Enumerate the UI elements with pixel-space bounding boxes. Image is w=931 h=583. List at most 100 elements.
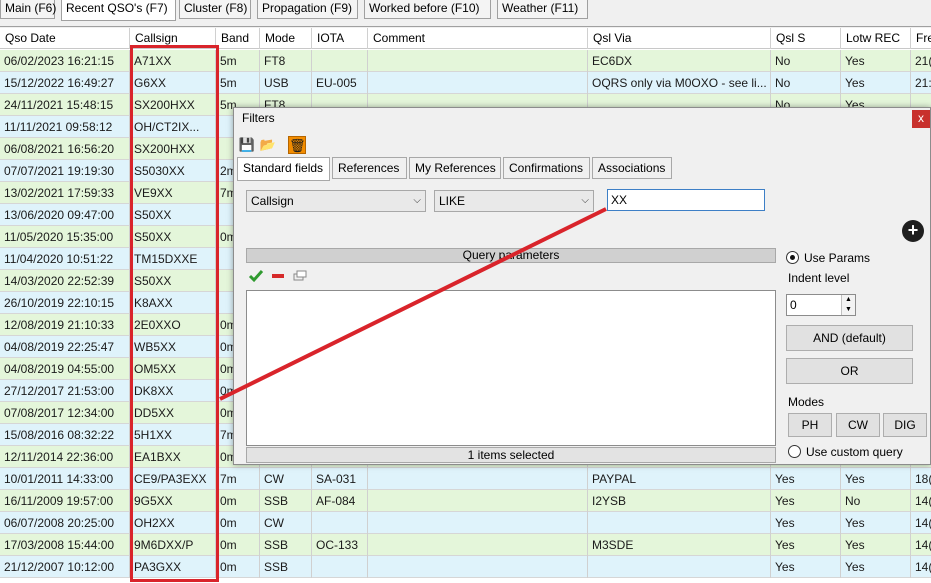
cell-lotw: Yes (841, 468, 911, 490)
cell-date: 12/08/2019 21:10:33 (0, 314, 130, 336)
mode-ph-button[interactable]: PH (788, 413, 832, 437)
cell-band: 0m (216, 490, 260, 512)
col-header-qsl-s[interactable]: Qsl S (771, 28, 841, 49)
save-icon[interactable]: 💾 (238, 136, 256, 154)
cell-date: 16/11/2009 19:57:00 (0, 490, 130, 512)
cell-freq: 14( (911, 556, 931, 578)
indent-level-stepper[interactable]: 0 ▲ ▼ (786, 294, 856, 316)
col-header-comment[interactable]: Comment (368, 28, 588, 49)
field-select[interactable]: Callsign ⌵ (246, 190, 426, 212)
cell-via: I2YSB (588, 490, 771, 512)
tab-my-references[interactable]: My References (409, 157, 501, 179)
tab-propagation[interactable]: Propagation (F9) (257, 0, 358, 19)
col-header-lotw-rec[interactable]: Lotw REC (841, 28, 911, 49)
cell-date: 06/07/2008 20:25:00 (0, 512, 130, 534)
cell-call: G6XX (130, 72, 216, 94)
col-header-callsign[interactable]: Callsign (130, 28, 216, 49)
operator-select[interactable]: LIKE ⌵ (434, 190, 594, 212)
add-parameter-button[interactable]: + (902, 220, 924, 242)
cell-qsls: Yes (771, 512, 841, 534)
cell-mode: SSB (260, 534, 312, 556)
tab-associations[interactable]: Associations (592, 157, 672, 179)
cell-call: OM5XX (130, 358, 216, 380)
filters-dialog: Filters x 💾 📂 🗑 Standard fields Referenc… (233, 107, 931, 465)
cell-mode: SSB (260, 490, 312, 512)
use-custom-query-radio[interactable] (788, 445, 801, 458)
use-params-radio[interactable] (786, 251, 799, 264)
cell-date: 24/11/2021 15:48:15 (0, 94, 130, 116)
cell-iota: SA-031 (312, 468, 368, 490)
value-input[interactable]: XX (607, 189, 765, 211)
col-header-qso-date[interactable]: Qso Date (0, 28, 130, 49)
cell-call: SX200HXX (130, 138, 216, 160)
cell-comment (368, 512, 588, 534)
remove-icon[interactable] (272, 274, 284, 278)
cell-call: EA1BXX (130, 446, 216, 468)
or-button[interactable]: OR (786, 358, 913, 384)
spin-arrows-icon[interactable]: ▲ ▼ (841, 295, 855, 315)
cell-call: 2E0XXO (130, 314, 216, 336)
tab-references[interactable]: References (332, 157, 407, 179)
col-header-band[interactable]: Band (216, 28, 260, 49)
cell-date: 15/08/2016 08:32:22 (0, 424, 130, 446)
cell-band: 5m (216, 50, 260, 72)
cell-lotw: Yes (841, 556, 911, 578)
cell-comment (368, 534, 588, 556)
cell-lotw: No (841, 490, 911, 512)
tab-main[interactable]: Main (F6) (0, 0, 56, 19)
mode-dig-button[interactable]: DIG (883, 413, 927, 437)
table-row[interactable]: 17/03/2008 15:44:00 9M6DXX/P 0m SSB OC-133 M3… (0, 534, 931, 556)
cell-freq: 21( (911, 50, 931, 72)
query-parameters-list[interactable] (246, 290, 776, 446)
mode-cw-button[interactable]: CW (836, 413, 880, 437)
dialog-title: Filters (242, 111, 275, 125)
checkmark-icon[interactable] (248, 270, 264, 283)
cell-call: OH2XX (130, 512, 216, 534)
cell-comment (368, 490, 588, 512)
table-row[interactable]: 06/02/2023 16:21:15 A71XX 5m FT8 EC6DX No Yes 2… (0, 50, 931, 72)
cell-date: 13/06/2020 09:47:00 (0, 204, 130, 226)
and-default-button[interactable]: AND (default) (786, 325, 913, 351)
table-row[interactable]: 06/07/2008 20:25:00 OH2XX 0m CW Yes Yes 14( (0, 512, 931, 534)
cell-date: 14/03/2020 22:52:39 (0, 270, 130, 292)
cell-date: 17/03/2008 15:44:00 (0, 534, 130, 556)
grid-header: Qso Date Callsign Band Mode IOTA Comment… (0, 28, 931, 49)
table-row[interactable]: 21/12/2007 10:12:00 PA3GXX 0m SSB Yes Yes 14( (0, 556, 931, 578)
table-row[interactable]: 16/11/2009 19:57:00 9G5XX 0m SSB AF-084 I2YSB… (0, 490, 931, 512)
tab-weather[interactable]: Weather (F11) (497, 0, 588, 19)
tab-worked-before[interactable]: Worked before (F10) (364, 0, 491, 19)
cell-mode: FT8 (260, 50, 312, 72)
tab-standard-fields[interactable]: Standard fields (237, 157, 330, 181)
table-row[interactable]: 10/01/2011 14:33:00 CE9/PA3EXX 7m CW SA-031 P… (0, 468, 931, 490)
cell-date: 04/08/2019 22:25:47 (0, 336, 130, 358)
col-header-freq[interactable]: Fre (911, 28, 931, 49)
col-header-iota[interactable]: IOTA (312, 28, 368, 49)
cell-mode: CW (260, 512, 312, 534)
cell-via: EC6DX (588, 50, 771, 72)
query-parameters-header: Query parameters (246, 248, 776, 263)
indent-level-label: Indent level (788, 271, 850, 285)
cell-call: S50XX (130, 204, 216, 226)
cell-freq: 14( (911, 512, 931, 534)
table-row[interactable]: 15/12/2022 16:49:27 G6XX 5m USB EU-005 OQRS o… (0, 72, 931, 94)
cell-call: VE9XX (130, 182, 216, 204)
close-button[interactable]: x (912, 110, 930, 128)
open-folder-icon[interactable]: 📂 (259, 136, 277, 154)
cell-iota (312, 512, 368, 534)
cell-date: 11/05/2020 15:35:00 (0, 226, 130, 248)
duplicate-icon[interactable] (293, 270, 307, 281)
cell-qsls: Yes (771, 556, 841, 578)
cell-call: 9M6DXX/P (130, 534, 216, 556)
tab-recent-qsos[interactable]: Recent QSO's (F7) (61, 0, 176, 21)
cell-iota (312, 556, 368, 578)
delete-icon[interactable]: 🗑 (288, 136, 306, 154)
cell-mode: CW (260, 468, 312, 490)
tab-confirmations[interactable]: Confirmations (503, 157, 590, 179)
col-header-mode[interactable]: Mode (260, 28, 312, 49)
cell-freq: 14( (911, 490, 931, 512)
modes-label: Modes (788, 395, 825, 409)
tab-cluster[interactable]: Cluster (F8) (179, 0, 251, 19)
cell-band: 0m (216, 556, 260, 578)
col-header-qsl-via[interactable]: Qsl Via (588, 28, 771, 49)
cell-iota: OC-133 (312, 534, 368, 556)
